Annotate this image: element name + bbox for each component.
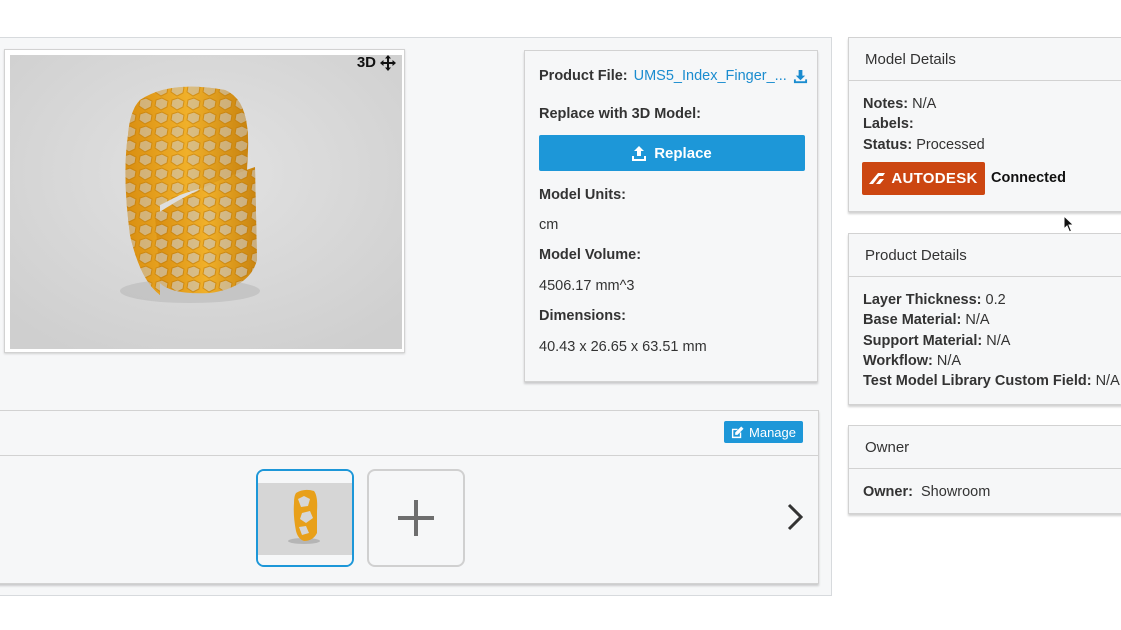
gallery-thumbnail[interactable] bbox=[256, 469, 354, 567]
connection-status: Connected bbox=[991, 170, 1066, 187]
replace-label: Replace with 3D Model: bbox=[539, 106, 701, 122]
units-label: Model Units: bbox=[539, 187, 626, 203]
chevron-right-icon[interactable] bbox=[787, 503, 803, 531]
support-material-label: Support Material: bbox=[863, 332, 983, 349]
base-material-label: Base Material: bbox=[863, 312, 962, 329]
model-details-card: Model Details Notes: N/A Labels: Status:… bbox=[848, 37, 1121, 212]
viewer-mode-label: 3D bbox=[356, 54, 376, 71]
image-gallery: Manage bbox=[0, 410, 819, 584]
product-file-row: Product File: UMS5_Index_Finger_... bbox=[539, 68, 808, 84]
status-label: Status: bbox=[863, 136, 913, 153]
replace-button[interactable]: Replace bbox=[539, 135, 805, 171]
labels-label: Labels: bbox=[863, 116, 914, 133]
notes-value: N/A bbox=[912, 96, 937, 112]
mouse-cursor-icon bbox=[1063, 215, 1075, 233]
layer-thickness-row: Layer Thickness: 0.2 bbox=[849, 290, 1121, 310]
viewer-mode-control[interactable]: 3D bbox=[357, 54, 396, 71]
support-material-row: Support Material: N/A bbox=[849, 331, 1121, 351]
dimensions-label: Dimensions: bbox=[539, 308, 627, 324]
layer-thickness-label: Layer Thickness: bbox=[863, 292, 982, 308]
product-details-title: Product Details bbox=[849, 234, 1121, 277]
dimensions-value: 40.43 x 26.65 x 63.51 mm bbox=[539, 339, 707, 355]
product-file-link[interactable]: UMS5_Index_Finger_... bbox=[634, 68, 787, 84]
workflow-row: Workflow: N/A bbox=[849, 351, 1121, 371]
product-details-card: Product Details Layer Thickness: 0.2 Bas… bbox=[848, 233, 1121, 405]
labels-row: Labels: bbox=[849, 114, 1121, 134]
edit-icon bbox=[731, 425, 744, 438]
notes-row: Notes: N/A bbox=[849, 94, 1121, 114]
status-value: Processed bbox=[916, 136, 985, 153]
model-viewer[interactable]: 3D bbox=[4, 49, 405, 353]
workflow-value: N/A bbox=[936, 352, 962, 369]
model-render[interactable] bbox=[10, 55, 402, 349]
units-value: cm bbox=[539, 217, 559, 233]
autodesk-logo-icon bbox=[869, 172, 886, 184]
layer-thickness-value: 0.2 bbox=[985, 292, 1006, 308]
download-icon[interactable] bbox=[793, 69, 808, 84]
manage-button[interactable]: Manage bbox=[724, 421, 803, 443]
autodesk-button[interactable]: AUTODESK bbox=[862, 161, 985, 195]
volume-label: Model Volume: bbox=[539, 247, 642, 263]
autodesk-connection: AUTODESK Connected bbox=[849, 161, 1121, 195]
thumbnail-image bbox=[258, 471, 352, 565]
plus-icon bbox=[398, 500, 434, 536]
product-file-card: Product File: UMS5_Index_Finger_... Repl… bbox=[524, 50, 818, 382]
owner-row: Owner: Showroom bbox=[849, 482, 1121, 502]
base-material-row: Base Material: N/A bbox=[849, 310, 1121, 330]
owner-label: Owner: bbox=[863, 484, 913, 500]
replace-button-label: Replace bbox=[654, 144, 712, 162]
base-material-value: N/A bbox=[965, 312, 990, 329]
product-file-label: Product File: bbox=[539, 68, 628, 84]
volume-value: 4506.17 mm^3 bbox=[539, 278, 635, 294]
status-row: Status: Processed bbox=[849, 135, 1121, 155]
move-icon[interactable] bbox=[380, 54, 396, 71]
custom-field-row: Test Model Library Custom Field: N/A bbox=[849, 371, 1121, 391]
notes-label: Notes: bbox=[863, 96, 909, 112]
owner-value: Showroom bbox=[921, 484, 991, 500]
owner-card: Owner Owner: Showroom bbox=[848, 425, 1121, 514]
custom-field-value: N/A bbox=[1095, 373, 1120, 390]
manage-button-label: Manage bbox=[749, 424, 796, 440]
model-details-title: Model Details bbox=[849, 38, 1121, 81]
custom-field-label: Test Model Library Custom Field: bbox=[863, 373, 1092, 390]
autodesk-label: AUTODESK bbox=[891, 169, 978, 187]
add-image-button[interactable] bbox=[367, 469, 465, 567]
support-material-value: N/A bbox=[986, 332, 1011, 349]
workflow-label: Workflow: bbox=[863, 352, 933, 369]
gallery-header: Manage bbox=[0, 411, 818, 456]
upload-icon bbox=[632, 145, 647, 161]
owner-title: Owner bbox=[849, 426, 1121, 469]
